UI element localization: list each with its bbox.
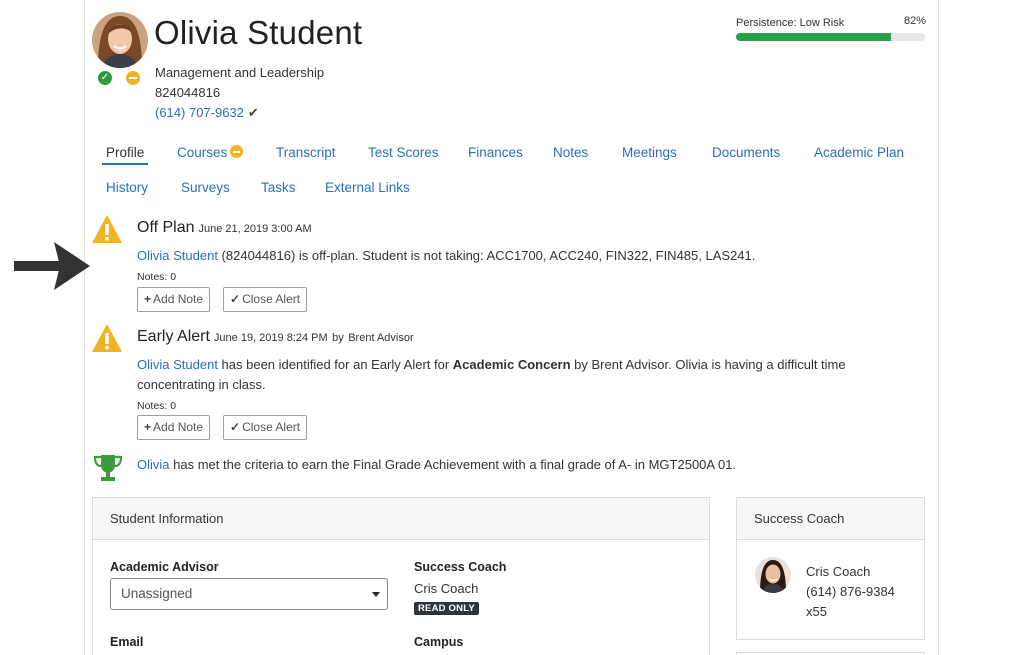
alert-off-plan-header: Off Plan June 21, 2019 3:00 AM [137, 219, 312, 237]
alert-title: Off Plan [137, 219, 195, 236]
chevron-down-icon [372, 592, 380, 597]
advisor-link[interactable]: Brent Advisor [348, 332, 413, 344]
alert-by-label: by [332, 332, 344, 344]
campus-label: Campus [414, 635, 464, 649]
student-link[interactable]: Olivia [137, 457, 170, 472]
add-note-label: Add Note [153, 292, 204, 306]
tab-surveys[interactable]: Surveys [181, 180, 230, 195]
alert-date: June 21, 2019 3:00 AM [198, 223, 312, 235]
alert-title: Early Alert [137, 328, 210, 345]
coach-avatar [755, 557, 791, 593]
warning-badge-icon [230, 145, 244, 158]
tab-test-scores[interactable]: Test Scores [368, 145, 439, 160]
close-alert-label: Close Alert [242, 420, 301, 434]
alert-notes-count: Notes: 0 [137, 271, 177, 283]
tab-meetings[interactable]: Meetings [622, 145, 677, 160]
persistence-bar-fill [736, 33, 891, 41]
email-label: Email [110, 635, 144, 649]
tab-courses-label: Courses [177, 145, 228, 160]
tab-academic-plan[interactable]: Academic Plan [814, 145, 904, 160]
coach-name-link[interactable]: Cris Coach [806, 564, 870, 579]
academic-advisor-label: Academic Advisor [110, 560, 219, 574]
persistence-percent: 82% [903, 15, 926, 27]
check-icon: ✔ [247, 105, 259, 120]
tab-finances[interactable]: Finances [468, 145, 523, 160]
student-phone-link[interactable]: (614) 707-9632 [155, 105, 244, 120]
pointer-arrow-icon [14, 242, 90, 290]
add-note-button[interactable]: + Add Note [137, 287, 211, 312]
tab-tasks[interactable]: Tasks [261, 180, 296, 195]
plus-icon: + [144, 420, 152, 434]
student-name: Olivia Student [154, 14, 363, 51]
alert-early-header: Early Alert June 19, 2019 8:24 PM by Bren… [137, 328, 414, 346]
alert-early-body: Olivia Student has been identified for a… [137, 355, 917, 395]
tab-documents[interactable]: Documents [712, 145, 780, 160]
student-information-panel: Student Information [92, 497, 710, 655]
warning-icon [92, 215, 122, 243]
add-note-button[interactable]: + Add Note [137, 415, 211, 440]
alert-date: June 19, 2019 8:24 PM [213, 332, 328, 344]
achievement-text: has met the criteria to earn the Final G… [169, 457, 737, 472]
success-coach-value: Cris Coach [414, 581, 479, 596]
persistence-bar [736, 33, 925, 41]
student-id: 824044816 [155, 85, 221, 100]
plus-icon: + [144, 292, 152, 306]
coach-extension: x55 [806, 604, 827, 619]
alert-text: has been identified for an Early Alert f… [217, 357, 453, 372]
student-program: Management and Leadership [155, 65, 325, 80]
check-icon: ✓ [230, 292, 241, 306]
status-warning-icon [126, 71, 140, 85]
tab-transcript[interactable]: Transcript [276, 145, 336, 160]
student-link[interactable]: Olivia Student [137, 357, 218, 372]
read-only-badge: READ ONLY [414, 602, 479, 615]
panel-heading: Student Information [93, 498, 709, 540]
alert-off-plan-body: Olivia Student (824044816) is off-plan. … [137, 246, 917, 266]
coach-phone: (614) 876-9384 [806, 584, 895, 599]
success-coach-label: Success Coach [414, 560, 507, 574]
achievement-message: Olivia has met the criteria to earn the … [137, 457, 736, 472]
tab-profile[interactable]: Profile [101, 145, 149, 165]
student-phone-row: (614) 707-9632 ✔ [155, 105, 259, 121]
tab-notes[interactable]: Notes [553, 145, 588, 160]
add-note-label: Add Note [153, 420, 204, 434]
alert-concern: Academic Concern [452, 357, 571, 372]
close-alert-label: Close Alert [242, 292, 301, 306]
close-alert-button[interactable]: ✓ Close Alert [223, 287, 308, 312]
panel-heading: Success Coach [737, 498, 924, 540]
tab-courses[interactable]: Courses [177, 145, 244, 160]
alert-notes-count: Notes: 0 [137, 400, 177, 412]
tab-external-links[interactable]: External Links [325, 180, 410, 195]
check-icon: ✓ [230, 420, 241, 434]
student-link[interactable]: Olivia Student [137, 248, 218, 263]
persistence-label: Persistence: Low Risk [736, 17, 845, 29]
academic-advisor-value: Unassigned [121, 586, 193, 601]
warning-icon [92, 324, 122, 352]
trophy-icon [93, 455, 123, 481]
alert-text: (824044816) is off-plan. Student is not … [217, 248, 756, 263]
close-alert-button[interactable]: ✓ Close Alert [223, 415, 308, 440]
student-avatar [92, 12, 148, 68]
status-ok-icon: ✓ [98, 71, 112, 85]
tab-history[interactable]: History [106, 180, 148, 195]
academic-advisor-select[interactable]: Unassigned [110, 578, 388, 610]
